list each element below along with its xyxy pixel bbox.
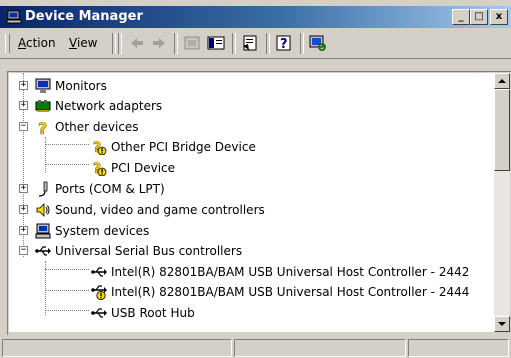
scroll-thumb[interactable] — [494, 89, 510, 171]
minimize-button[interactable]: _ — [452, 9, 470, 25]
tree-connector — [45, 290, 89, 291]
toolbar-grip[interactable] — [5, 34, 10, 53]
expander[interactable]: − — [19, 122, 28, 131]
tree-connector — [45, 144, 89, 145]
expander[interactable]: + — [19, 101, 28, 110]
arrow-down-icon — [498, 322, 506, 326]
scroll-up-button[interactable] — [494, 73, 510, 89]
unknown-device-icon: ? — [38, 119, 48, 135]
status-bar — [0, 335, 511, 358]
expander[interactable]: + — [19, 226, 28, 235]
device-manager-icon — [6, 10, 22, 24]
menu-view-rest: iew — [76, 36, 98, 50]
tree-item-label: System devices — [55, 224, 150, 238]
usb-icon — [91, 267, 107, 277]
menu-action-hotkey: A — [18, 36, 26, 50]
tree-item-label: Intel(R) 82801BA/BAM USB Universal Host … — [111, 265, 470, 279]
tree-connector — [45, 164, 89, 165]
menu-action-rest: ction — [26, 36, 56, 50]
status-pane — [408, 339, 509, 357]
tree-item-label: Universal Serial Bus controllers — [55, 244, 243, 258]
monitor-icon — [35, 78, 51, 93]
tree-item-label: PCI Device — [111, 161, 176, 175]
warning-device-icon: ? — [93, 161, 107, 176]
tree-item-label: Ports (COM & LPT) — [55, 182, 165, 196]
title-bar[interactable]: Device Manager _ □ x — [0, 6, 511, 28]
port-icon — [38, 181, 48, 197]
maximize-button[interactable]: □ — [470, 9, 488, 25]
speaker-icon — [36, 203, 50, 217]
tree-item-label: Other PCI Bridge Device — [111, 140, 256, 154]
expander[interactable]: + — [19, 184, 28, 193]
toolbar-separator — [266, 33, 270, 54]
tree-item-label: Other devices — [55, 120, 139, 134]
status-pane — [234, 339, 406, 357]
menu-view-hotkey: V — [69, 36, 77, 50]
expander[interactable]: + — [19, 205, 28, 214]
network-adapter-icon — [35, 100, 51, 112]
forward-icon[interactable] — [149, 34, 169, 52]
properties-icon[interactable] — [240, 34, 260, 52]
toolbar-separator — [174, 33, 178, 54]
tree-item-label: Network adapters — [55, 99, 163, 113]
window-title: Device Manager — [25, 9, 143, 24]
usb-icon — [35, 246, 51, 256]
tree-connector — [45, 137, 46, 173]
menu-view[interactable]: View — [69, 36, 97, 50]
expander[interactable]: − — [19, 246, 28, 255]
menu-action[interactable]: Action — [18, 36, 56, 50]
scan-hardware-icon[interactable] — [308, 34, 328, 52]
tree-item-label: USB Root Hub — [111, 306, 195, 320]
computer-icon — [35, 223, 51, 239]
device-tree[interactable]: + Monitors + Network adapters − ? Other … — [9, 73, 494, 332]
svg-text:?: ? — [38, 119, 47, 135]
status-pane — [2, 339, 232, 357]
toolbar-separator — [112, 33, 116, 54]
tree-item-label: Monitors — [55, 79, 107, 93]
usb-warning-icon — [91, 285, 107, 300]
device-view-icon[interactable] — [182, 34, 202, 52]
arrow-up-icon — [498, 79, 506, 83]
scroll-down-button[interactable] — [494, 316, 510, 332]
close-button[interactable]: x — [490, 9, 508, 25]
tree-item-label: Sound, video and game controllers — [55, 203, 265, 217]
menu-toolbar: Action View ? — [0, 28, 511, 59]
warning-device-icon: ? — [93, 140, 107, 155]
device-manager-window: Device Manager _ □ x Action View ? + Mon… — [0, 0, 511, 358]
toolbar-separator — [118, 33, 122, 54]
vertical-scrollbar[interactable] — [494, 73, 510, 332]
console-tree-icon[interactable] — [206, 34, 226, 52]
svg-text:?: ? — [280, 37, 288, 52]
usb-icon — [91, 308, 107, 318]
back-icon[interactable] — [127, 34, 147, 52]
toolbar-separator — [300, 33, 304, 54]
tree-item-label: Intel(R) 82801BA/BAM USB Universal Host … — [111, 285, 470, 299]
tree-connector — [45, 269, 89, 270]
toolbar-separator — [232, 33, 236, 54]
tree-connector — [45, 310, 89, 311]
expander[interactable]: + — [19, 81, 28, 90]
help-icon[interactable]: ? — [274, 34, 294, 52]
